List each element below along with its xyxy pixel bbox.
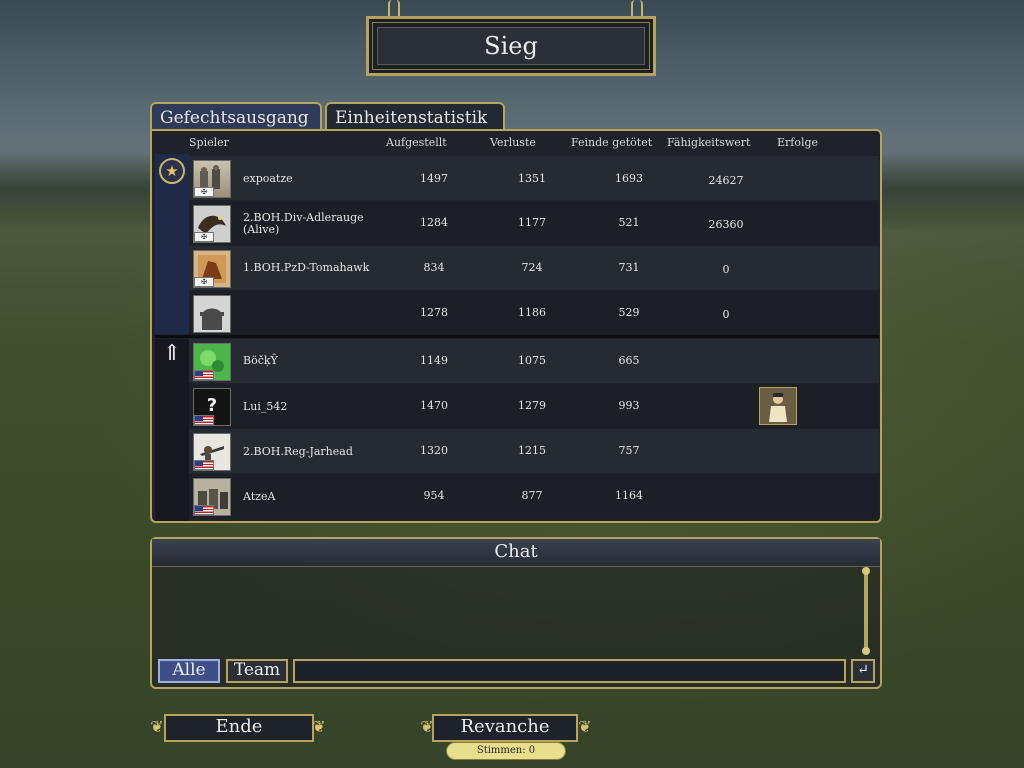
us-flag-icon [194,415,214,425]
player-name: Lui_542 [243,400,288,413]
player-avatar: ✠ [193,160,231,198]
player-name: 2.BOH.Div-Adlerauge (Alive) [243,211,364,236]
star-badge-icon: ★ [159,158,185,184]
team-divider [155,335,879,338]
col-header-skill: Fähigkeitswert [667,136,751,149]
player-name: expoatze [243,172,293,185]
losses-value: 1279 [518,399,546,412]
tab-battle-result[interactable]: Gefechtsausgang [150,102,322,130]
kills-value: 757 [618,444,640,457]
player-name: AtzeA [243,490,276,503]
kills-value: 993 [618,399,640,412]
tab-unit-statistics[interactable]: Einheitenstatistik [325,102,505,130]
deployed-value: 1149 [420,354,448,367]
results-panel: Spieler Aufgestellt Verluste Feinde getö… [150,129,882,523]
losses-value: 724 [521,261,543,274]
col-header-achievements: Erfolge [777,136,819,149]
col-header-deployed: Aufgestellt [386,136,447,149]
losses-value: 1215 [518,444,546,457]
table-row[interactable]: ✠ 1.BOH.PzD-Tomahawk 834 724 731 0 [189,246,879,290]
player-avatar [193,343,231,381]
ornament-icon: ❦ [312,717,326,736]
table-row[interactable]: ✠ 2.BOH.Div-Adlerauge (Alive) 1284 1177 … [189,201,879,245]
losses-value: 1186 [518,306,546,319]
player-name: 2.BOH.Reg-Jarhead [243,445,353,458]
skill-value: 26360 [708,218,744,231]
player-avatar [193,295,231,333]
deployed-value: 834 [423,261,445,274]
question-mark-avatar-icon: ? [206,395,218,416]
result-title: Sieg [377,27,645,65]
kills-value: 731 [618,261,640,274]
deployed-value: 954 [423,489,445,502]
result-title-plaque: Sieg [366,16,656,76]
us-flag-icon [194,370,214,380]
chat-title: Chat [152,539,880,567]
achievement-soldier-icon[interactable] [759,387,797,425]
us-flag-icon [194,460,214,470]
kills-value: 1693 [615,172,643,185]
prussia-flag-icon: ✠ [194,277,214,287]
end-button[interactable]: Ende [164,714,314,742]
chat-input[interactable] [293,659,846,683]
prussia-flag-icon: ✠ [194,187,214,197]
prussia-flag-icon: ✠ [194,232,214,242]
deployed-value: 1284 [420,216,448,229]
deployed-value: 1278 [420,306,448,319]
player-avatar: ✠ [193,205,231,243]
chat-all-button[interactable]: Alle [158,659,220,683]
col-header-kills: Feinde getötet [571,136,653,149]
player-avatar [193,433,231,471]
losses-value: 877 [521,489,543,502]
player-name: BöčķŶ [243,354,278,367]
table-row[interactable]: BöčķŶ 1149 1075 665 [189,339,879,383]
us-flag-icon [194,505,214,515]
table-row[interactable]: AtzeA 954 877 1164 [189,474,879,518]
table-row[interactable]: 2.BOH.Reg-Jarhead 1320 1215 757 [189,429,879,473]
table-row[interactable]: 1278 1186 529 0 [189,291,879,335]
skill-value: 24627 [708,174,744,187]
ornament-icon: ❦ [578,717,592,736]
chat-panel: Chat Alle Team ↵ [150,537,882,689]
player-avatar [193,478,231,516]
kills-value: 521 [618,216,640,229]
losses-value: 1075 [518,354,546,367]
rematch-button[interactable]: Revanche [432,714,578,742]
player-avatar: ? [193,388,231,426]
kills-value: 665 [618,354,640,367]
player-name: 1.BOH.PzD-Tomahawk [243,261,370,274]
deployed-value: 1470 [420,399,448,412]
skill-value: 0 [722,308,730,321]
losses-value: 1177 [518,216,546,229]
silhouette-avatar-icon [200,308,224,330]
losses-value: 1351 [518,172,546,185]
chat-scrollbar[interactable] [862,567,870,655]
player-avatar: ✠ [193,250,231,288]
deployed-value: 1497 [420,172,448,185]
deployed-value: 1320 [420,444,448,457]
kills-value: 529 [618,306,640,319]
arrowhead-badge-icon: ⇑ [162,341,182,366]
kills-value: 1164 [615,489,643,502]
col-header-player: Spieler [189,136,229,149]
table-row[interactable]: ✠ expoatze 1497 1351 1693 24627 [189,156,879,200]
skill-value: 0 [722,263,730,276]
chat-send-button[interactable]: ↵ [851,659,875,683]
votes-counter: Stimmen: 0 [446,742,566,760]
chat-team-button[interactable]: Team [226,659,288,683]
col-header-losses: Verluste [490,136,536,149]
